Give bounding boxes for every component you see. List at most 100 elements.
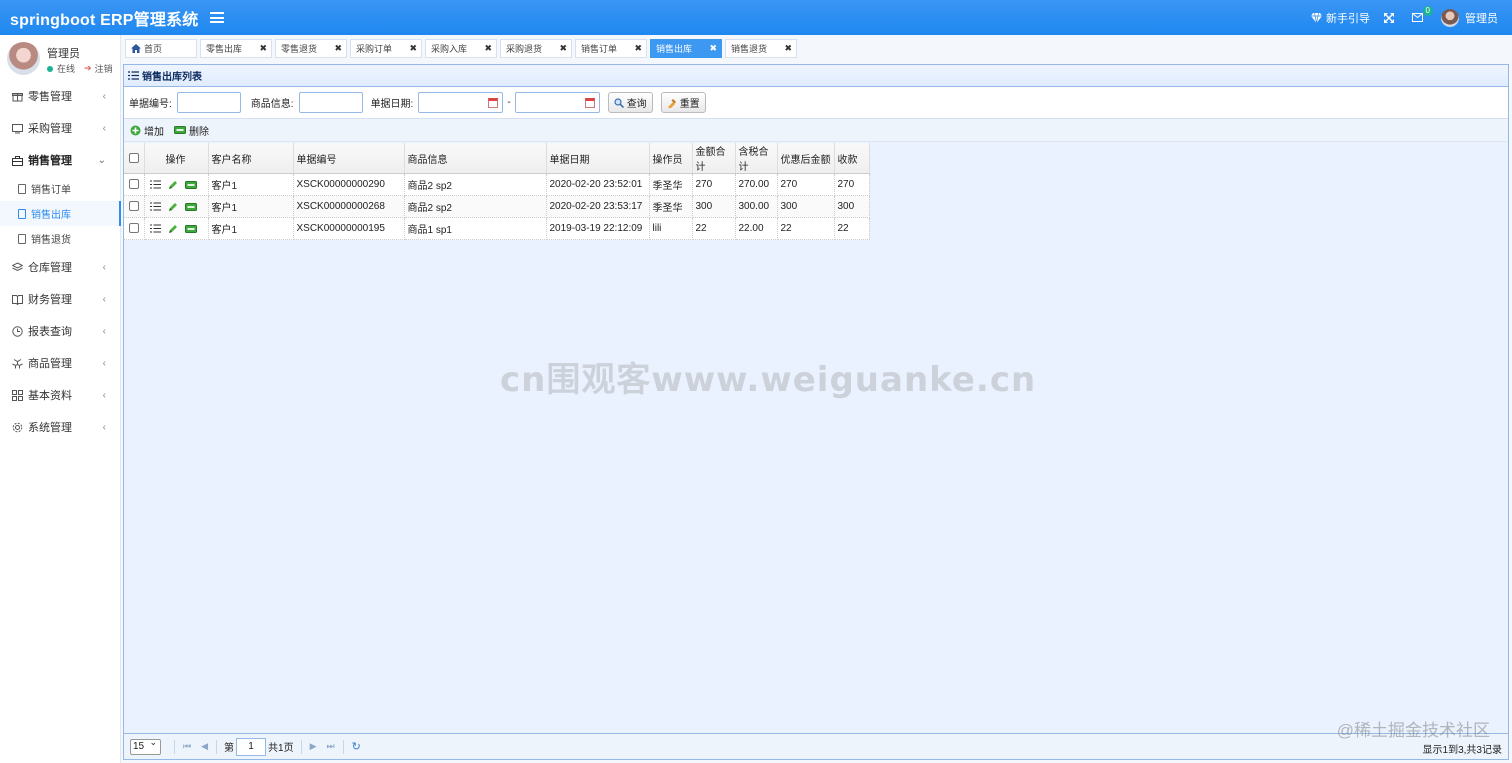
column-header[interactable]: 金额合计: [692, 143, 736, 174]
tab-retail-return[interactable]: 零售退货 ✖: [275, 39, 347, 58]
close-icon[interactable]: ✖: [409, 43, 417, 54]
last-page-icon[interactable]: ⏭: [327, 741, 335, 752]
query-button[interactable]: 查询: [607, 92, 653, 113]
product-input[interactable]: [298, 92, 363, 113]
row-checkbox[interactable]: [128, 201, 139, 212]
bill-no-input[interactable]: [176, 92, 241, 113]
tax-total-cell: 22.00: [735, 217, 778, 240]
select-all-checkbox[interactable]: [128, 152, 139, 163]
tax-total-cell: 300.00: [735, 195, 778, 218]
operator-cell: 季圣华: [649, 173, 693, 196]
tab-sales-order[interactable]: 销售订单 ✖: [575, 39, 647, 58]
delete-icon[interactable]: [184, 180, 197, 189]
page-size-select[interactable]: 15: [130, 737, 161, 755]
row-checkbox[interactable]: [128, 223, 139, 234]
close-icon[interactable]: ✖: [334, 43, 342, 54]
delete-button[interactable]: 删除: [174, 123, 209, 138]
tab-retail-out[interactable]: 零售出库 ✖: [200, 39, 272, 58]
tab-label: 采购订单: [356, 44, 393, 54]
sidebar-item-basic-data[interactable]: 基本资料 ‹: [0, 379, 120, 411]
calendar-icon[interactable]: [584, 98, 595, 108]
close-icon[interactable]: ✖: [559, 43, 567, 54]
sidebar-item-sales[interactable]: 销售管理 ⌄: [0, 144, 120, 176]
column-header[interactable]: 商品信息: [404, 143, 547, 174]
mail-button[interactable]: 0: [1412, 6, 1433, 22]
date-cell: 2020-02-20 23:53:17: [546, 195, 650, 218]
sidebar-item-system[interactable]: 系统管理 ‹: [0, 411, 120, 443]
column-header[interactable]: 收款: [834, 143, 870, 174]
sidebar-item-label: 系统管理: [28, 422, 72, 434]
logout-link[interactable]: 注销: [95, 62, 113, 75]
sidebar-subitem-sales-return[interactable]: 销售退货: [0, 226, 120, 251]
detail-list-icon[interactable]: [149, 202, 161, 211]
column-header[interactable]: 单据日期: [546, 143, 650, 174]
product-cell: 商品2 sp2: [404, 173, 547, 196]
close-icon[interactable]: ✖: [484, 43, 492, 54]
date-range-dash: -: [507, 97, 511, 108]
close-icon[interactable]: ✖: [784, 43, 792, 54]
prev-page-icon[interactable]: ◀: [201, 741, 208, 752]
column-header[interactable]: 客户名称: [208, 143, 294, 174]
tab-purchase-return[interactable]: 采购退货 ✖: [500, 39, 572, 58]
tab-sales-out[interactable]: 销售出库 ✖: [650, 39, 722, 58]
reset-button[interactable]: 重置: [660, 92, 706, 113]
table-row[interactable]: 客户1 XSCK00000000268 商品2 sp2 2020-02-20 2…: [124, 195, 870, 218]
edit-pencil-icon[interactable]: [168, 202, 178, 212]
tab-label: 首页: [144, 44, 163, 54]
first-page-icon[interactable]: ⏮: [183, 741, 191, 752]
mail-icon: [1412, 13, 1423, 22]
column-header[interactable]: 含税合计: [735, 143, 778, 174]
sidebar-item-reports[interactable]: 报表查询 ‹: [0, 315, 120, 347]
tab-sales-return[interactable]: 销售退货 ✖: [725, 39, 797, 58]
sidebar-item-warehouse[interactable]: 仓库管理 ‹: [0, 251, 120, 283]
sidebar-subitem-sales-order[interactable]: 销售订单: [0, 176, 120, 201]
column-header[interactable]: 操作员: [649, 143, 693, 174]
calendar-icon[interactable]: [488, 98, 499, 108]
detail-list-icon[interactable]: [149, 180, 161, 189]
chevron-left-icon: ‹: [102, 122, 106, 134]
logout-icon[interactable]: ➔: [84, 63, 92, 74]
sidebar-item-purchase[interactable]: 采购管理 ‹: [0, 112, 120, 144]
column-header[interactable]: 优惠后金额: [777, 143, 835, 174]
edit-pencil-icon[interactable]: [168, 180, 178, 190]
sidebar: 管理员 在线 ➔ 注销 零售管理 ‹ 采购管理 ‹ 销售管理 ⌄ 销售订单 销售…: [0, 35, 121, 763]
tab-purchase-order[interactable]: 采购订单 ✖: [350, 39, 422, 58]
detail-list-icon[interactable]: [149, 224, 161, 233]
start-date-input[interactable]: [418, 92, 504, 113]
close-icon[interactable]: ✖: [259, 43, 267, 54]
edit-pencil-icon[interactable]: [168, 224, 178, 234]
end-date-input[interactable]: [514, 92, 600, 113]
add-button[interactable]: 增加: [130, 123, 164, 138]
row-checkbox[interactable]: [128, 179, 139, 190]
delete-icon[interactable]: [184, 224, 197, 233]
sidebar-item-finance[interactable]: 财务管理 ‹: [0, 283, 120, 315]
menu-toggle-icon[interactable]: [210, 12, 225, 23]
sidebar-item-products[interactable]: 商品管理 ‹: [0, 347, 120, 379]
refresh-icon[interactable]: ↻: [352, 740, 361, 753]
tab-purchase-in[interactable]: 采购入库 ✖: [425, 39, 497, 58]
date-label: 单据日期:: [370, 99, 414, 110]
grid-icon: [12, 389, 23, 401]
chevron-left-icon: ‹: [102, 325, 106, 337]
close-icon[interactable]: ✖: [709, 43, 717, 54]
next-page-icon[interactable]: ▶: [310, 741, 317, 752]
page-number-input[interactable]: 1: [236, 737, 267, 756]
grid-toolbar: 增加 删除: [124, 119, 1508, 142]
fullscreen-button[interactable]: [1384, 12, 1398, 23]
guide-button[interactable]: 新手引导: [1311, 10, 1370, 26]
table-row[interactable]: 客户1 XSCK00000000195 商品1 sp1 2019-03-19 2…: [124, 217, 870, 240]
user-name: 管理员: [47, 48, 80, 60]
column-header[interactable]: 操作: [144, 143, 209, 174]
customer-cell: 客户1: [208, 217, 294, 240]
close-icon[interactable]: ✖: [634, 43, 642, 54]
top-header: springboot ERP管理系统 新手引导 0 管理员: [0, 0, 1512, 35]
sidebar-item-retail[interactable]: 零售管理 ‹: [0, 80, 120, 112]
chevron-left-icon: ‹: [102, 389, 106, 401]
tab-home[interactable]: 首页: [125, 39, 197, 58]
sidebar-subitem-sales-out[interactable]: 销售出库: [0, 201, 121, 226]
table-row[interactable]: 客户1 XSCK00000000290 商品2 sp2 2020-02-20 2…: [124, 173, 870, 196]
user-menu[interactable]: 管理员: [1441, 8, 1498, 27]
delete-icon[interactable]: [184, 202, 197, 211]
column-header[interactable]: 单据编号: [293, 143, 405, 174]
delete-button-label: 删除: [189, 126, 209, 138]
